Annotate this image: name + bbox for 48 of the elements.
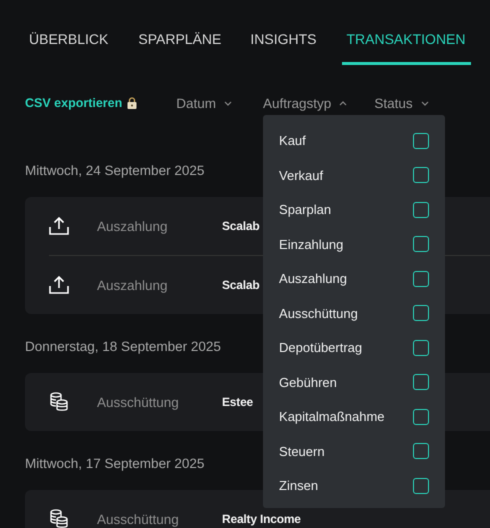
option-label: Kapitalmaßnahme xyxy=(279,409,385,424)
transaction-name: Scalab xyxy=(222,278,260,292)
coins-icon xyxy=(49,509,69,528)
option-label: Sparplan xyxy=(279,202,332,218)
tab[interactable]: SPARPLÄNE xyxy=(138,28,222,65)
checkbox[interactable] xyxy=(413,270,430,287)
export-link[interactable]: CSV exportieren xyxy=(25,96,122,110)
option-label: Gebühren xyxy=(279,374,337,390)
date-heading: Donnerstag, 18 September 2025 xyxy=(25,339,221,354)
tab[interactable]: TRANSAKTIONEN xyxy=(342,28,470,65)
option-label: Verkauf xyxy=(279,168,324,183)
option-label: Einzahlung xyxy=(279,236,344,252)
checkbox[interactable] xyxy=(413,374,430,390)
option-label: Zinsen xyxy=(279,478,318,494)
checkbox[interactable] xyxy=(413,236,430,252)
checkbox[interactable] xyxy=(413,478,430,494)
checkbox[interactable] xyxy=(413,340,430,356)
chevron-icon xyxy=(420,100,429,106)
checkbox[interactable] xyxy=(413,167,430,184)
option-label: Ausschüttung xyxy=(279,306,358,321)
date-heading: Mittwoch, 17 September 2025 xyxy=(25,456,204,471)
checkbox[interactable] xyxy=(413,202,430,218)
chevron-icon xyxy=(224,100,232,106)
transaction-type: Ausschüttung xyxy=(97,512,180,526)
date-heading: Mittwoch, 24 September 2025 xyxy=(25,163,204,178)
option-label: Kauf xyxy=(279,133,306,148)
transaction-type: Auszahlung xyxy=(97,218,169,234)
checkbox[interactable] xyxy=(413,408,430,425)
transaction-name: Scalab xyxy=(222,219,260,233)
coins-icon xyxy=(49,392,69,412)
filter-dropdown[interactable]: Status xyxy=(374,96,429,110)
checkbox[interactable] xyxy=(413,443,430,460)
checkbox[interactable] xyxy=(413,132,430,149)
checkbox[interactable] xyxy=(413,305,430,322)
transaction-name: Realty Income xyxy=(222,512,301,526)
filter-dropdown[interactable]: Datum xyxy=(176,96,232,110)
tab[interactable]: INSIGHTS xyxy=(250,28,316,65)
transaction-type: Auszahlung xyxy=(97,278,169,292)
transaction-type: Ausschüttung xyxy=(97,394,180,410)
option-label: Steuern xyxy=(279,444,325,459)
transaction-name: Estee xyxy=(222,395,254,409)
upload-icon xyxy=(49,276,69,294)
tab[interactable]: ÜBERBLICK xyxy=(29,28,108,65)
option-label: Depotübertrag xyxy=(279,340,362,356)
option-label: Auszahlung xyxy=(279,271,347,286)
filter-dropdown[interactable]: Auftragstyp xyxy=(263,96,348,110)
upload-icon xyxy=(49,217,69,235)
chevron-icon xyxy=(339,100,348,106)
